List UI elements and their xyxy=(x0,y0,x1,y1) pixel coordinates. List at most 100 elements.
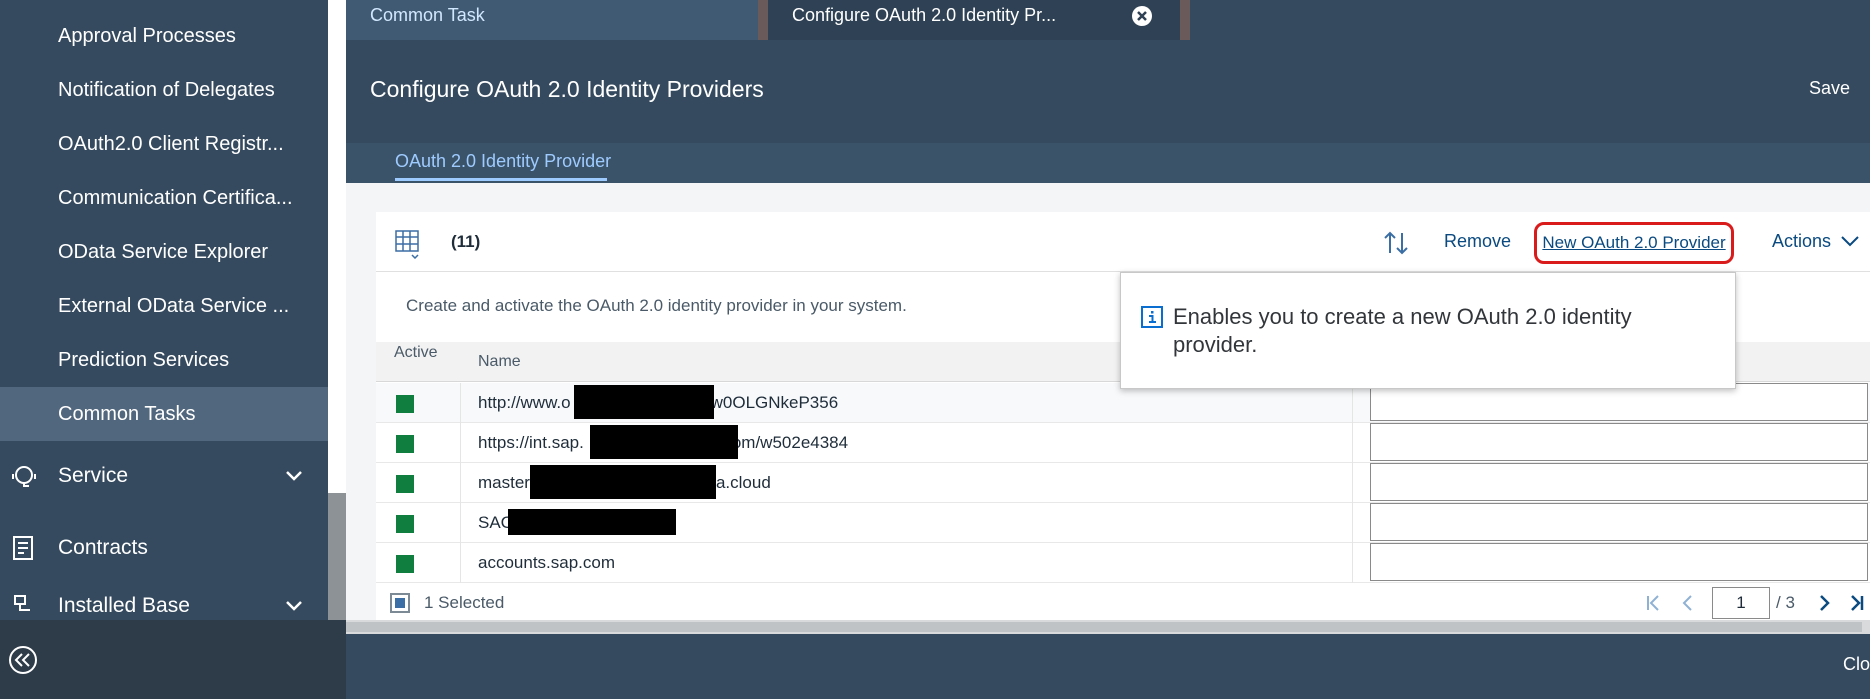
cell-divider xyxy=(460,463,461,503)
provider-name-suffix: a.cloud xyxy=(715,473,771,492)
sidebar-item-service[interactable]: Service xyxy=(0,448,328,504)
sidebar-gutter xyxy=(328,0,346,493)
double-chevron-left-icon xyxy=(9,646,37,674)
service-icon xyxy=(10,448,38,504)
sidebar-item-label: Prediction Services xyxy=(58,349,230,371)
close-button[interactable]: Clo xyxy=(1843,654,1870,675)
tab-common-task[interactable]: Common Task xyxy=(346,0,758,40)
tab-oauth-identity-provider[interactable]: OAuth 2.0 Identity Provider xyxy=(395,151,611,172)
tab-separator xyxy=(758,0,768,40)
table-description: Create and activate the OAuth 2.0 identi… xyxy=(406,296,907,315)
footer-bar: Clo xyxy=(346,634,1870,699)
table-row[interactable]: master a.cloud xyxy=(376,463,1870,503)
sidebar-item-external-odata-service[interactable]: External OData Service ... xyxy=(0,279,328,333)
sidebar-item-odata-service-explorer[interactable]: OData Service Explorer xyxy=(0,225,328,279)
cell-divider xyxy=(1352,503,1353,543)
row-input-field[interactable] xyxy=(1370,503,1868,541)
sidebar-item-label: Communication Certifica... xyxy=(58,187,293,209)
first-page-icon xyxy=(1647,595,1659,611)
tooltip-text: Enables you to create a new OAuth 2.0 id… xyxy=(1173,304,1632,357)
page-number-input[interactable]: 1 xyxy=(1712,587,1770,619)
table-row[interactable]: http://www.o w0OLGNkeP356 xyxy=(376,383,1870,423)
row-input-field[interactable] xyxy=(1370,463,1868,501)
sidebar-item-label: OAuth2.0 Client Registr... xyxy=(58,133,284,155)
cell-divider xyxy=(1352,383,1353,423)
close-tab-button[interactable] xyxy=(1132,6,1152,26)
chevron-down-icon xyxy=(282,592,306,620)
sidebar-item-communication-certificates[interactable]: Communication Certifica... xyxy=(0,171,328,225)
sidebar-item-prediction-services[interactable]: Prediction Services xyxy=(0,333,328,387)
table-row[interactable]: accounts.sap.com xyxy=(376,543,1870,583)
scrollbar-thumb[interactable] xyxy=(346,622,1862,632)
select-all-checkbox[interactable] xyxy=(390,593,410,613)
chevron-down-icon xyxy=(1840,234,1860,252)
provider-name: accounts.sap.com xyxy=(478,553,615,573)
last-page-button[interactable] xyxy=(1846,591,1868,615)
chevron-left-icon xyxy=(1682,595,1692,611)
remove-button[interactable]: Remove xyxy=(1444,231,1511,252)
redaction-block xyxy=(530,465,716,499)
cell-divider xyxy=(460,383,461,423)
sidebar-item-label: OData Service Explorer xyxy=(58,241,269,263)
table-row[interactable]: SAC xyxy=(376,503,1870,543)
cell-divider xyxy=(1352,463,1353,503)
cell-divider xyxy=(1352,543,1353,583)
table-row[interactable]: https://int.sap. om/w502e4384 xyxy=(376,423,1870,463)
tab-strip: Common Task Configure OAuth 2.0 Identity… xyxy=(346,0,1870,40)
next-page-button[interactable] xyxy=(1814,591,1836,615)
sidebar-item-label: Approval Processes xyxy=(58,25,236,47)
sidebar-scrollbar[interactable] xyxy=(328,493,346,620)
tab-configure-oauth[interactable]: Configure OAuth 2.0 Identity Pr... xyxy=(768,0,1180,40)
status-active-indicator xyxy=(396,475,414,493)
checkbox-partial-mark xyxy=(395,598,405,608)
cell-divider xyxy=(1352,423,1353,463)
provider-name-suffix: om/w502e4384 xyxy=(731,433,849,452)
sort-button[interactable] xyxy=(1382,229,1410,257)
status-active-indicator xyxy=(396,555,414,573)
sidebar-item-label: Contracts xyxy=(58,536,148,559)
table-settings-button[interactable] xyxy=(394,229,422,260)
status-active-indicator xyxy=(396,515,414,533)
collapse-sidebar-button[interactable] xyxy=(8,645,38,675)
redaction-block xyxy=(574,385,714,419)
subtab-bar: OAuth 2.0 Identity Provider xyxy=(346,143,1870,183)
row-input-field[interactable] xyxy=(1370,423,1868,461)
column-header-active[interactable]: Active xyxy=(394,344,438,362)
sidebar-item-common-tasks[interactable]: Common Tasks xyxy=(0,387,328,441)
tab-separator xyxy=(1180,0,1190,40)
provider-name-prefix: https://int.sap. xyxy=(478,433,584,452)
save-button[interactable]: Save xyxy=(1809,78,1850,99)
installed-base-icon xyxy=(10,592,38,620)
sidebar-item-installed-base[interactable]: Installed Base xyxy=(0,592,328,620)
status-active-indicator xyxy=(396,395,414,413)
page-title: Configure OAuth 2.0 Identity Providers xyxy=(370,76,764,102)
new-provider-tooltip: Enables you to create a new OAuth 2.0 id… xyxy=(1120,272,1736,389)
provider-name-prefix: accounts.sap.com xyxy=(478,553,616,572)
sidebar-item-label: External OData Service ... xyxy=(58,295,290,317)
sidebar-item-oauth-client-registration[interactable]: OAuth2.0 Client Registr... xyxy=(0,117,328,171)
sidebar-item-label: Service xyxy=(58,464,129,487)
sidebar-item-approval-processes[interactable]: Approval Processes xyxy=(0,9,328,63)
actions-menu-button[interactable]: Actions xyxy=(1772,231,1831,252)
table-footer: 1 Selected 1 / 3 xyxy=(376,587,1870,620)
sidebar-item-contracts[interactable]: Contracts xyxy=(0,520,328,576)
sort-icon xyxy=(1384,231,1408,255)
provider-name-suffix: w0OLGNkeP356 xyxy=(710,393,839,412)
sidebar-item-notification-of-delegates[interactable]: Notification of Delegates xyxy=(0,63,328,117)
sidebar-item-label: Common Tasks xyxy=(58,403,196,425)
provider-name-prefix: http://www.o xyxy=(478,393,571,412)
table-toolbar: (11) Remove New OAuth 2.0 Provider Actio… xyxy=(376,212,1870,272)
item-count: (11) xyxy=(451,232,481,251)
contracts-icon xyxy=(10,520,38,576)
provider-name-prefix: master xyxy=(478,473,530,492)
previous-page-button[interactable] xyxy=(1676,591,1698,615)
new-oauth-provider-button[interactable]: New OAuth 2.0 Provider xyxy=(1534,222,1734,264)
last-page-icon xyxy=(1851,595,1864,611)
first-page-button[interactable] xyxy=(1642,591,1664,615)
column-header-name[interactable]: Name xyxy=(478,353,521,371)
selected-count: 1 Selected xyxy=(424,593,505,612)
horizontal-scrollbar[interactable] xyxy=(346,620,1870,634)
cell-divider xyxy=(460,423,461,463)
tab-label: Common Task xyxy=(370,5,485,25)
row-input-field[interactable] xyxy=(1370,543,1868,581)
